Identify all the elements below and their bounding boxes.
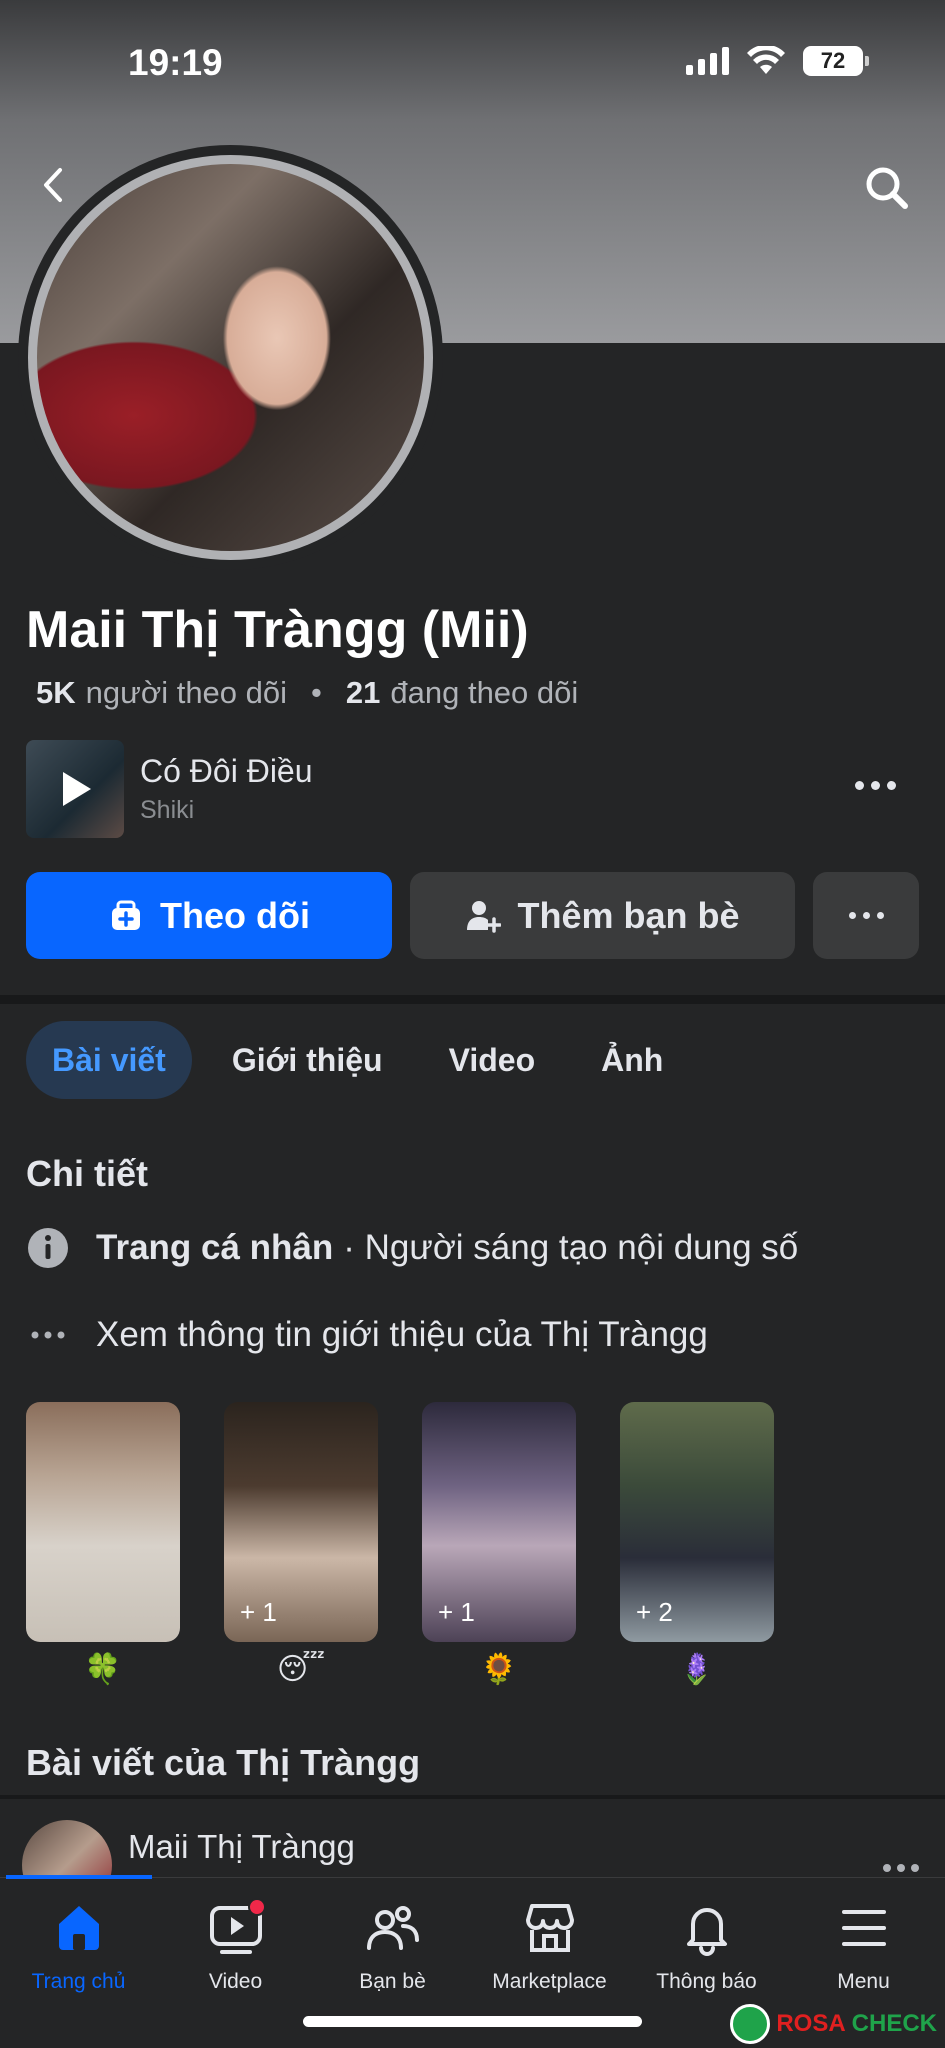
avatar-story-ring xyxy=(28,155,433,560)
see-about-link[interactable]: Xem thông tin giới thiệu của Thị Tràngg xyxy=(26,1313,708,1357)
tab-photos[interactable]: Ảnh xyxy=(575,1021,689,1099)
nav-marketplace[interactable]: Marketplace xyxy=(471,1898,628,1994)
avatar-photo xyxy=(37,164,424,551)
nav-notifications-label: Thông báo xyxy=(656,1970,757,1993)
watermark: ROSA CHECK xyxy=(730,2004,937,2044)
info-icon xyxy=(26,1226,70,1270)
posts-title: Bài viết của Thị Tràngg xyxy=(26,1742,421,1783)
tab-posts[interactable]: Bài viết xyxy=(26,1021,192,1099)
video-icon xyxy=(206,1898,266,1958)
followers-label[interactable]: người theo dõi xyxy=(86,675,287,711)
watermark-logo-icon xyxy=(730,2004,771,2044)
see-about-text: Xem thông tin giới thiệu của Thị Tràngg xyxy=(96,1315,708,1354)
highlight-cover xyxy=(26,1402,180,1642)
detail-profile-type: Trang cá nhân · Người sáng tạo nội dung … xyxy=(26,1226,798,1270)
battery-icon: 72 xyxy=(803,46,869,76)
status-icons: 72 xyxy=(686,46,869,76)
marketplace-icon xyxy=(520,1898,580,1958)
nav-menu-label: Menu xyxy=(837,1970,890,1993)
highlight-emoji: 🪻 xyxy=(678,1653,716,1686)
nav-friends[interactable]: Bạn bè xyxy=(314,1898,471,1994)
highlight-count: + 2 xyxy=(636,1597,673,1627)
section-divider xyxy=(0,995,945,1004)
search-button[interactable] xyxy=(859,160,915,216)
nav-video-label: Video xyxy=(208,1970,263,1993)
follow-plus-icon xyxy=(112,900,140,930)
following-label[interactable]: đang theo dõi xyxy=(390,675,578,711)
highlight-count: + 1 xyxy=(240,1597,277,1627)
profile-tabs: Bài viết Giới thiệu Video Ảnh xyxy=(26,1021,703,1099)
highlight-item[interactable]: + 1 🌻 xyxy=(422,1402,576,1687)
profile-music[interactable]: Có Đôi Điều Shiki xyxy=(26,740,313,838)
status-time: 19:19 xyxy=(128,42,223,83)
followers-count[interactable]: 5K xyxy=(36,675,76,711)
profile-type-label: Trang cá nhân xyxy=(96,1228,334,1267)
more-horizontal-icon xyxy=(26,1313,70,1357)
highlight-item[interactable]: + 1 😴 xyxy=(224,1402,378,1687)
nav-home-label: Trang chủ xyxy=(31,1970,126,1993)
music-thumbnail xyxy=(26,740,124,838)
friends-icon xyxy=(363,1898,423,1958)
more-dots-icon xyxy=(848,912,856,919)
watermark-text-right: CHECK xyxy=(851,2010,937,2037)
post-more-button[interactable] xyxy=(883,1864,919,1872)
nav-video[interactable]: Video xyxy=(157,1898,314,1994)
separator-dot: • xyxy=(311,675,322,710)
profile-name: Maii Thị Tràngg (Mii) xyxy=(26,601,529,659)
home-indicator xyxy=(303,2016,642,2027)
highlight-emoji: 🌻 xyxy=(480,1653,518,1686)
highlight-item[interactable]: 🍀 xyxy=(26,1402,180,1687)
highlight-cover: + 2 xyxy=(620,1402,774,1642)
profile-avatar[interactable] xyxy=(18,145,443,570)
highlight-emoji: 😴 xyxy=(276,1653,326,1686)
watermark-text-left: ROSA xyxy=(776,2010,846,2037)
add-friend-icon xyxy=(467,900,502,933)
add-friend-button[interactable]: Thêm bạn bè xyxy=(410,872,795,959)
details-title: Chi tiết xyxy=(26,1153,148,1194)
post-author-name[interactable]: Maii Thị Tràngg xyxy=(128,1828,355,1866)
more-dots-icon xyxy=(883,1864,891,1872)
notification-dot xyxy=(247,1898,266,1916)
highlight-cover: + 1 xyxy=(422,1402,576,1642)
posts-divider xyxy=(0,1795,945,1799)
wifi-icon xyxy=(747,46,785,74)
following-count[interactable]: 21 xyxy=(346,675,380,711)
tab-about[interactable]: Giới thiệu xyxy=(206,1021,409,1099)
tab-video[interactable]: Video xyxy=(423,1021,562,1099)
bell-icon xyxy=(677,1898,737,1958)
search-icon xyxy=(866,167,908,209)
nav-home[interactable]: Trang chủ xyxy=(0,1898,157,1994)
chevron-left-icon xyxy=(44,168,62,202)
follow-button[interactable]: Theo dõi xyxy=(26,872,392,959)
highlight-cover: + 1 xyxy=(224,1402,378,1642)
highlight-item[interactable]: + 2 🪻 xyxy=(620,1402,774,1687)
play-icon xyxy=(63,772,91,806)
music-title: Có Đôi Điều xyxy=(140,753,313,789)
nav-menu[interactable]: Menu xyxy=(785,1898,942,1994)
add-friend-label: Thêm bạn bè xyxy=(517,894,740,936)
follow-label: Theo dõi xyxy=(160,894,310,936)
more-dots-icon xyxy=(854,780,864,790)
menu-icon xyxy=(834,1898,894,1958)
nav-notifications[interactable]: Thông báo xyxy=(628,1898,785,1994)
profile-more-button[interactable] xyxy=(813,872,919,959)
home-icon xyxy=(49,1898,109,1958)
follow-stats: 5K người theo dõi • 21 đang theo dõi xyxy=(36,675,578,711)
cellular-signal-icon xyxy=(686,47,729,75)
story-highlights: 🍀 + 1 😴 + 1 🌻 + 2 🪻 xyxy=(26,1402,774,1687)
music-artist: Shiki xyxy=(140,796,195,824)
nav-friends-label: Bạn bè xyxy=(359,1970,426,1993)
profile-type-value: · Người sáng tạo nội dung số xyxy=(343,1228,799,1267)
highlight-emoji: 🍀 xyxy=(84,1653,122,1686)
back-button[interactable] xyxy=(30,160,80,210)
nav-active-indicator xyxy=(6,1875,152,1879)
music-more-button[interactable] xyxy=(845,770,905,800)
nav-marketplace-label: Marketplace xyxy=(492,1970,607,1993)
highlight-count: + 1 xyxy=(438,1597,475,1627)
